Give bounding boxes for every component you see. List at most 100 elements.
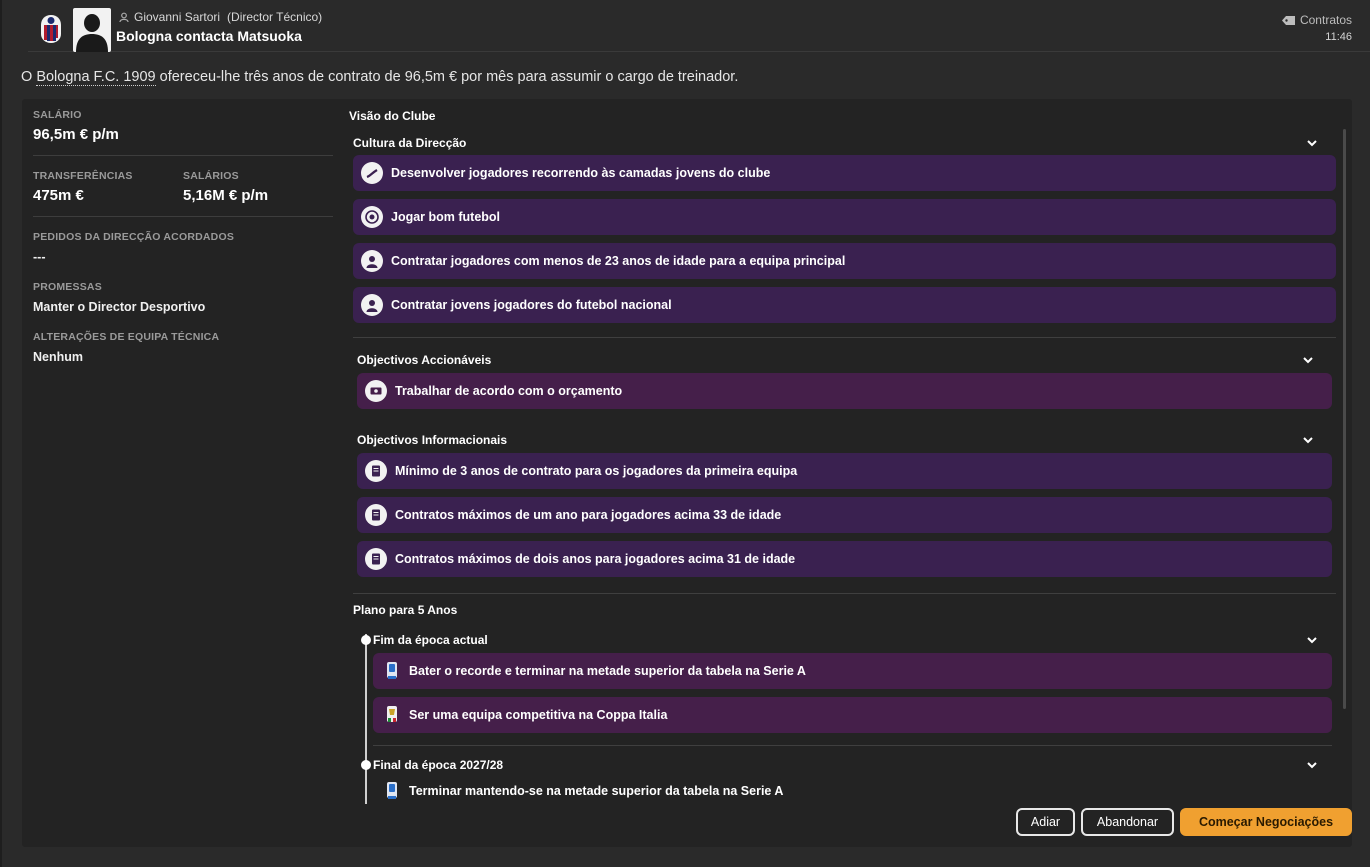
- divider: [33, 155, 333, 156]
- person-icon: [119, 12, 129, 22]
- wages-label: SALÁRIOS: [183, 170, 239, 182]
- divider: [373, 745, 1332, 746]
- transfers-value: 475m €: [33, 187, 84, 204]
- coppa-italia-icon: [387, 706, 397, 722]
- informational-item[interactable]: Mínimo de 3 anos de contrato para os jog…: [357, 453, 1332, 489]
- tag-icon: [1281, 15, 1295, 25]
- actionable-section: Objectivos Accionáveis Trabalhar de acor…: [357, 352, 1332, 409]
- requests-value: ---: [33, 250, 46, 264]
- category-label: Contratos: [1299, 13, 1352, 27]
- divider: [353, 593, 1336, 594]
- salary-label: SALÁRIO: [33, 109, 82, 121]
- message-time: 11:46: [1325, 31, 1352, 43]
- budget-icon: [365, 380, 387, 402]
- chevron-down-icon[interactable]: [1302, 434, 1314, 446]
- actionable-item-label: Trabalhar de acordo com o orçamento: [395, 384, 623, 398]
- stage-header[interactable]: Fim da época actual: [373, 632, 1336, 648]
- salary-value: 96,5m € p/m: [33, 126, 119, 143]
- promises-label: PROMESSAS: [33, 281, 102, 293]
- chevron-down-icon[interactable]: [1306, 759, 1318, 771]
- culture-item[interactable]: Contratar jogadores com menos de 23 anos…: [353, 243, 1336, 279]
- requests-label: PEDIDOS DA DIRECÇÃO ACORDADOS: [33, 231, 235, 243]
- wages-value: 5,16M € p/m: [183, 187, 269, 204]
- timeline-dot: [361, 760, 371, 770]
- culture-item[interactable]: Contratar jovens jogadores do futebol na…: [353, 287, 1336, 323]
- sender-name[interactable]: Giovanni Sartori: [134, 10, 220, 24]
- culture-item-label: Contratar jogadores com menos de 23 anos…: [391, 254, 846, 268]
- divider: [33, 216, 333, 217]
- plan-item-label: Ser uma equipa competitiva na Coppa Ital…: [409, 708, 668, 722]
- document-icon: [365, 460, 387, 482]
- informational-title: Objectivos Informacionais: [357, 433, 508, 447]
- plan-item[interactable]: Ser uma equipa competitiva na Coppa Ital…: [373, 697, 1332, 733]
- intro-prefix: O: [21, 69, 37, 85]
- abandon-button[interactable]: Abandonar: [1081, 808, 1174, 836]
- culture-header[interactable]: Cultura da Direcção: [353, 135, 1336, 151]
- culture-item-label: Jogar bom futebol: [391, 210, 501, 224]
- action-buttons: Adiar Abandonar Começar Negociações: [1016, 808, 1352, 836]
- category-tag[interactable]: Contratos: [1281, 13, 1352, 27]
- sender-role: (Director Técnico): [227, 10, 323, 24]
- vision-title: Visão do Clube: [349, 109, 436, 123]
- chevron-down-icon[interactable]: [1306, 634, 1318, 646]
- culture-section: Cultura da Direcção Desenvolver jogadore…: [353, 135, 1336, 323]
- actionable-item[interactable]: Trabalhar de acordo com o orçamento: [357, 373, 1332, 409]
- message-header: Giovanni Sartori (Director Técnico) Bolo…: [28, 0, 1370, 52]
- document-icon: [365, 504, 387, 526]
- transfers-label: TRANSFERÊNCIAS: [33, 170, 133, 182]
- culture-title: Cultura da Direcção: [353, 136, 467, 150]
- contract-summary: SALÁRIO 96,5m € p/m TRANSFERÊNCIAS 475m …: [33, 109, 333, 364]
- window-edge: [0, 0, 2, 867]
- growth-icon: [361, 162, 383, 184]
- plan-item-label: Bater o recorde e terminar na metade sup…: [409, 664, 806, 678]
- club-vision: Visão do Clube Cultura da Direcção Desen…: [349, 109, 1339, 804]
- budget-row: TRANSFERÊNCIAS 475m € SALÁRIOS 5,16M € p…: [33, 170, 333, 204]
- sender-avatar[interactable]: [73, 8, 111, 52]
- start-negotiations-button[interactable]: Começar Negociações: [1180, 808, 1352, 836]
- informational-section: Objectivos Informacionais Mínimo de 3 an…: [357, 432, 1332, 577]
- bologna-badge-icon: [41, 15, 61, 43]
- sender-line: Giovanni Sartori (Director Técnico): [119, 10, 322, 24]
- player-icon: [361, 250, 383, 272]
- staff-changes-label: ALTERAÇÕES DE EQUIPA TÉCNICA: [33, 331, 220, 343]
- plan-item-label: Terminar mantendo-se na metade superior …: [409, 784, 784, 798]
- plan-item[interactable]: Bater o recorde e terminar na metade sup…: [373, 653, 1332, 689]
- ball-icon: [361, 206, 383, 228]
- serie-a-icon: [387, 662, 397, 679]
- intro-suffix: ofereceu-lhe três anos de contrato de 96…: [155, 69, 739, 85]
- promises-value: Manter o Director Desportivo: [33, 300, 206, 314]
- delay-button[interactable]: Adiar: [1016, 808, 1075, 836]
- culture-item-label: Desenvolver jogadores recorrendo às cama…: [391, 166, 771, 180]
- informational-item-label: Contratos máximos de um ano para jogador…: [395, 508, 782, 522]
- informational-item[interactable]: Contratos máximos de um ano para jogador…: [357, 497, 1332, 533]
- culture-item-label: Contratar jovens jogadores do futebol na…: [391, 298, 672, 312]
- informational-item[interactable]: Contratos máximos de dois anos para joga…: [357, 541, 1332, 577]
- chevron-down-icon[interactable]: [1302, 354, 1314, 366]
- offer-description: O Bologna F.C. 1909 ofereceu-lhe três an…: [21, 69, 739, 86]
- five-year-plan: Plano para 5 Anos Fim da época actual Ba…: [353, 603, 1336, 804]
- plan-stage: Final da época 2027/28 Terminar mantendo…: [353, 757, 1336, 804]
- actionable-title: Objectivos Accionáveis: [357, 353, 492, 367]
- informational-header[interactable]: Objectivos Informacionais: [357, 432, 1332, 448]
- actionable-header[interactable]: Objectivos Accionáveis: [357, 352, 1332, 368]
- club-link[interactable]: Bologna F.C. 1909: [36, 69, 156, 86]
- message-headline: Bologna contacta Matsuoka: [116, 28, 302, 44]
- chevron-down-icon[interactable]: [1306, 137, 1318, 149]
- stage-title: Fim da época actual: [373, 633, 488, 647]
- plan-stage: Fim da época actual Bater o recorde e te…: [353, 632, 1336, 733]
- player-icon: [361, 294, 383, 316]
- plan-item[interactable]: Terminar mantendo-se na metade superior …: [373, 773, 1332, 804]
- stage-title: Final da época 2027/28: [373, 758, 504, 772]
- staff-changes-value: Nenhum: [33, 350, 83, 364]
- divider: [353, 337, 1336, 338]
- informational-item-label: Mínimo de 3 anos de contrato para os jog…: [395, 464, 798, 478]
- culture-item[interactable]: Jogar bom futebol: [353, 199, 1336, 235]
- document-icon: [365, 548, 387, 570]
- timeline-dot: [361, 635, 371, 645]
- serie-a-icon: [387, 782, 397, 799]
- scrollbar[interactable]: [1343, 129, 1346, 709]
- culture-item[interactable]: Desenvolver jogadores recorrendo às cama…: [353, 155, 1336, 191]
- stage-header[interactable]: Final da época 2027/28: [373, 757, 1336, 773]
- offer-panel: SALÁRIO 96,5m € p/m TRANSFERÊNCIAS 475m …: [22, 99, 1352, 847]
- plan-title: Plano para 5 Anos: [353, 603, 458, 617]
